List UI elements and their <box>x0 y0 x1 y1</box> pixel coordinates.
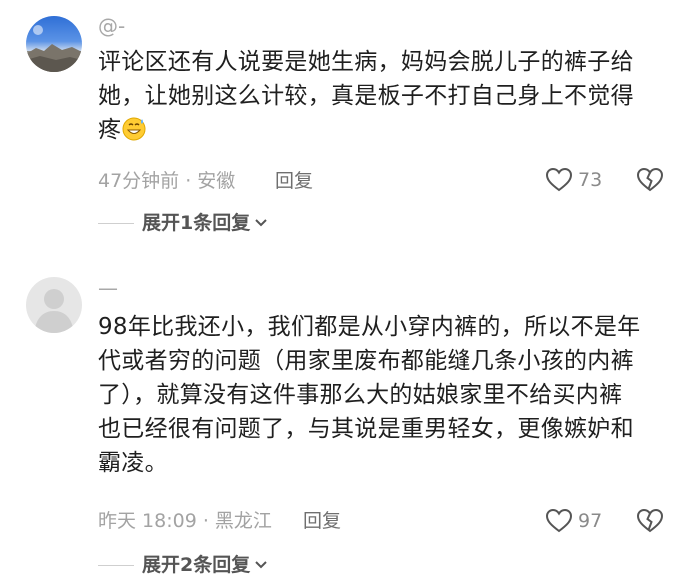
reply-button[interactable]: 回复 <box>303 509 341 533</box>
comment-text-line: 也已经很有问题了，与其说是重男轻女，更像嫉妒和 <box>98 416 634 442</box>
comments-page: { "comments": [ { "username": "@-", "ava… <box>0 0 690 588</box>
expand-replies-label: 展开1条回复 <box>142 212 251 234</box>
comment-text-line: 代或者穷的问题（用家里废布都能缝几条小孩的内裤 <box>98 348 634 374</box>
like-count: 73 <box>578 169 603 191</box>
chevron-down-icon <box>255 219 267 227</box>
divider-line <box>98 564 134 566</box>
avatar[interactable] <box>26 16 82 72</box>
like-button[interactable]: 97 <box>545 508 602 534</box>
like-button[interactable]: 73 <box>545 167 602 193</box>
expand-replies-button[interactable]: 展开1条回复 <box>98 211 268 235</box>
timestamp-location: 47分钟前 · 安徽 <box>98 170 236 192</box>
username[interactable]: @- <box>98 14 125 38</box>
like-count: 97 <box>578 510 603 532</box>
comment-text: 98年比我还小，我们都是从小穿内裤的，所以不是年 代或者穷的问题（用家里废布都能… <box>98 310 668 480</box>
reply-button[interactable]: 回复 <box>275 169 313 193</box>
divider-line <box>98 222 134 224</box>
comment-text-segment: 她，让她别这么计较，真是板子不打自己身上不觉得 <box>98 83 634 109</box>
broken-heart-icon <box>636 508 664 533</box>
heart-outline-icon <box>545 167 573 192</box>
landscape-avatar-image <box>26 25 82 72</box>
comment-text-line: 疼 <box>98 113 668 147</box>
avatar[interactable] <box>26 277 82 333</box>
grinning-sweat-emoji <box>122 117 146 141</box>
comment-text-line: 霸凌。 <box>98 450 168 476</box>
chevron-down-icon <box>255 561 267 569</box>
username[interactable]: — <box>98 276 118 300</box>
default-user-avatar-icon <box>34 289 74 333</box>
dislike-button[interactable] <box>636 167 664 197</box>
comment-text: 评论区还有人说要是她生病，妈妈会脱儿子的裤子给 她，让她别这么计较，真是板子不打… <box>98 45 668 147</box>
comment-text-line: 98年比我还小，我们都是从小穿内裤的，所以不是年 <box>98 314 641 340</box>
heart-outline-icon <box>545 508 573 533</box>
comment-text-line: 了），就算没有这件事那么大的姑娘家里不给买内裤 <box>98 382 623 408</box>
timestamp-location: 昨天 18:09 · 黑龙江 <box>98 510 272 532</box>
comment-text-line: 她，让她别这么计较，真是板子不打自己身上不觉得 <box>98 79 668 113</box>
expand-replies-label: 展开2条回复 <box>142 554 251 576</box>
comment-text-line: 评论区还有人说要是她生病，妈妈会脱儿子的裤子给 <box>98 49 634 75</box>
comment-text-segment: 疼 <box>98 117 122 143</box>
broken-heart-icon <box>636 167 664 192</box>
dislike-button[interactable] <box>636 508 664 538</box>
expand-replies-button[interactable]: 展开2条回复 <box>98 553 268 577</box>
